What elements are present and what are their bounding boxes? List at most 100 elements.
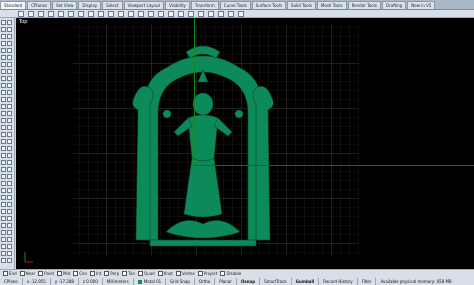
osnap-near[interactable]: Near [19, 270, 35, 276]
record-history-toggle[interactable]: Record History [319, 277, 358, 285]
tool-button-icon[interactable] [7, 188, 12, 193]
osnap-mid[interactable]: Mid [57, 270, 70, 276]
cplane-icon[interactable] [158, 10, 164, 17]
tool-button-icon[interactable] [1, 34, 6, 39]
tool-button-icon[interactable] [7, 174, 12, 179]
tool-button-icon[interactable] [7, 62, 12, 67]
lights-icon[interactable] [218, 10, 224, 17]
tool-button-icon[interactable] [7, 251, 12, 256]
tool-button-icon[interactable] [7, 125, 12, 130]
tool-button-icon[interactable] [7, 83, 12, 88]
layer-field[interactable]: Metal 01 [134, 277, 167, 285]
tool-button-icon[interactable] [7, 223, 12, 228]
ortho-toggle[interactable]: Ortho [195, 277, 216, 285]
tool-button-icon[interactable] [1, 83, 6, 88]
osnap-cen[interactable]: Cen [73, 270, 87, 276]
shaded-icon[interactable] [168, 10, 174, 17]
osnap-toggle[interactable]: Osnap [237, 277, 261, 285]
osnap-perp[interactable]: Perp [104, 270, 119, 276]
tab-viewport-layout[interactable]: Viewport Layout [123, 0, 165, 9]
tool-button-icon[interactable] [1, 146, 6, 151]
render-icon[interactable] [208, 10, 214, 17]
tab-solid-tools[interactable]: Solid Tools [287, 0, 316, 9]
tab-transform[interactable]: Transform [190, 0, 219, 9]
tool-button-icon[interactable] [7, 48, 12, 53]
tab-drafting[interactable]: Drafting [381, 0, 407, 9]
paste-icon[interactable] [78, 10, 84, 17]
properties-icon[interactable] [198, 10, 204, 17]
tool-button-icon[interactable] [1, 160, 6, 165]
tool-button-icon[interactable] [7, 27, 12, 32]
tool-button-icon[interactable] [1, 20, 6, 25]
tool-button-icon[interactable] [7, 195, 12, 200]
osnap-vertex[interactable]: Vertex [175, 270, 195, 276]
tool-button-icon[interactable] [1, 244, 6, 249]
tool-button-icon[interactable] [7, 244, 12, 249]
osnap-disable[interactable]: Disable [220, 270, 241, 276]
filter-toggle[interactable]: Filter [358, 277, 377, 285]
tab-visibility[interactable]: Visibility [165, 0, 190, 9]
tab-surface-tools[interactable]: Surface Tools [251, 0, 287, 9]
tool-button-icon[interactable] [1, 258, 6, 263]
tool-button-icon[interactable] [7, 237, 12, 242]
tool-button-icon[interactable] [7, 20, 12, 25]
options-icon[interactable] [228, 10, 234, 17]
tab-select[interactable]: Select [102, 0, 123, 9]
tool-button-icon[interactable] [1, 111, 6, 116]
tool-button-icon[interactable] [7, 118, 12, 123]
tool-button-icon[interactable] [7, 153, 12, 158]
tool-button-icon[interactable] [1, 62, 6, 67]
tool-button-icon[interactable] [1, 76, 6, 81]
layers-icon[interactable] [188, 10, 194, 17]
tool-button-icon[interactable] [1, 132, 6, 137]
tool-button-icon[interactable] [1, 195, 6, 200]
tool-button-icon[interactable] [1, 167, 6, 172]
tab-render-tools[interactable]: Render Tools [347, 0, 381, 9]
tool-button-icon[interactable] [7, 97, 12, 102]
zoom-icon[interactable] [118, 10, 124, 17]
tool-button-icon[interactable] [1, 41, 6, 46]
tab-cplanes[interactable]: CPlanes [27, 0, 52, 9]
tool-button-icon[interactable] [1, 125, 6, 130]
tool-button-icon[interactable] [7, 258, 12, 263]
planar-toggle[interactable]: Planar [215, 277, 237, 285]
tool-button-icon[interactable] [7, 209, 12, 214]
tool-button-icon[interactable] [7, 34, 12, 39]
tool-button-icon[interactable] [1, 209, 6, 214]
viewport-label[interactable]: Top [19, 19, 27, 25]
four-view-icon[interactable] [148, 10, 154, 17]
tool-button-icon[interactable] [1, 202, 6, 207]
tool-button-icon[interactable] [7, 55, 12, 60]
save-icon[interactable] [38, 10, 44, 17]
tool-button-icon[interactable] [7, 167, 12, 172]
tool-button-icon[interactable] [1, 48, 6, 53]
tool-button-icon[interactable] [7, 230, 12, 235]
tab-standard[interactable]: Standard [0, 0, 27, 9]
tool-button-icon[interactable] [1, 230, 6, 235]
tool-button-icon[interactable] [7, 111, 12, 116]
grid-snap-toggle[interactable]: Grid Snap [166, 277, 195, 285]
tool-button-icon[interactable] [7, 216, 12, 221]
tool-button-icon[interactable] [1, 174, 6, 179]
pan-icon[interactable] [98, 10, 104, 17]
tab-set-view[interactable]: Set View [52, 0, 78, 9]
osnap-point[interactable]: Point [38, 270, 54, 276]
cut-icon[interactable] [58, 10, 64, 17]
gumball-toggle[interactable]: Gumball [292, 277, 320, 285]
tool-button-icon[interactable] [7, 146, 12, 151]
zoom-window-icon[interactable] [138, 10, 144, 17]
tool-button-icon[interactable] [7, 76, 12, 81]
tool-button-icon[interactable] [1, 153, 6, 158]
tool-button-icon[interactable] [7, 90, 12, 95]
tool-button-icon[interactable] [1, 237, 6, 242]
tool-button-icon[interactable] [7, 41, 12, 46]
help-icon[interactable] [238, 10, 244, 17]
tool-button-icon[interactable] [7, 139, 12, 144]
smarttrack-toggle[interactable]: SmartTrack [260, 277, 292, 285]
rendered-icon[interactable] [178, 10, 184, 17]
tool-button-icon[interactable] [1, 216, 6, 221]
tool-button-icon[interactable] [7, 160, 12, 165]
tool-button-icon[interactable] [1, 90, 6, 95]
tab-new-in-v5[interactable]: New in V5 [407, 0, 436, 9]
osnap-quad[interactable]: Quad [138, 270, 155, 276]
